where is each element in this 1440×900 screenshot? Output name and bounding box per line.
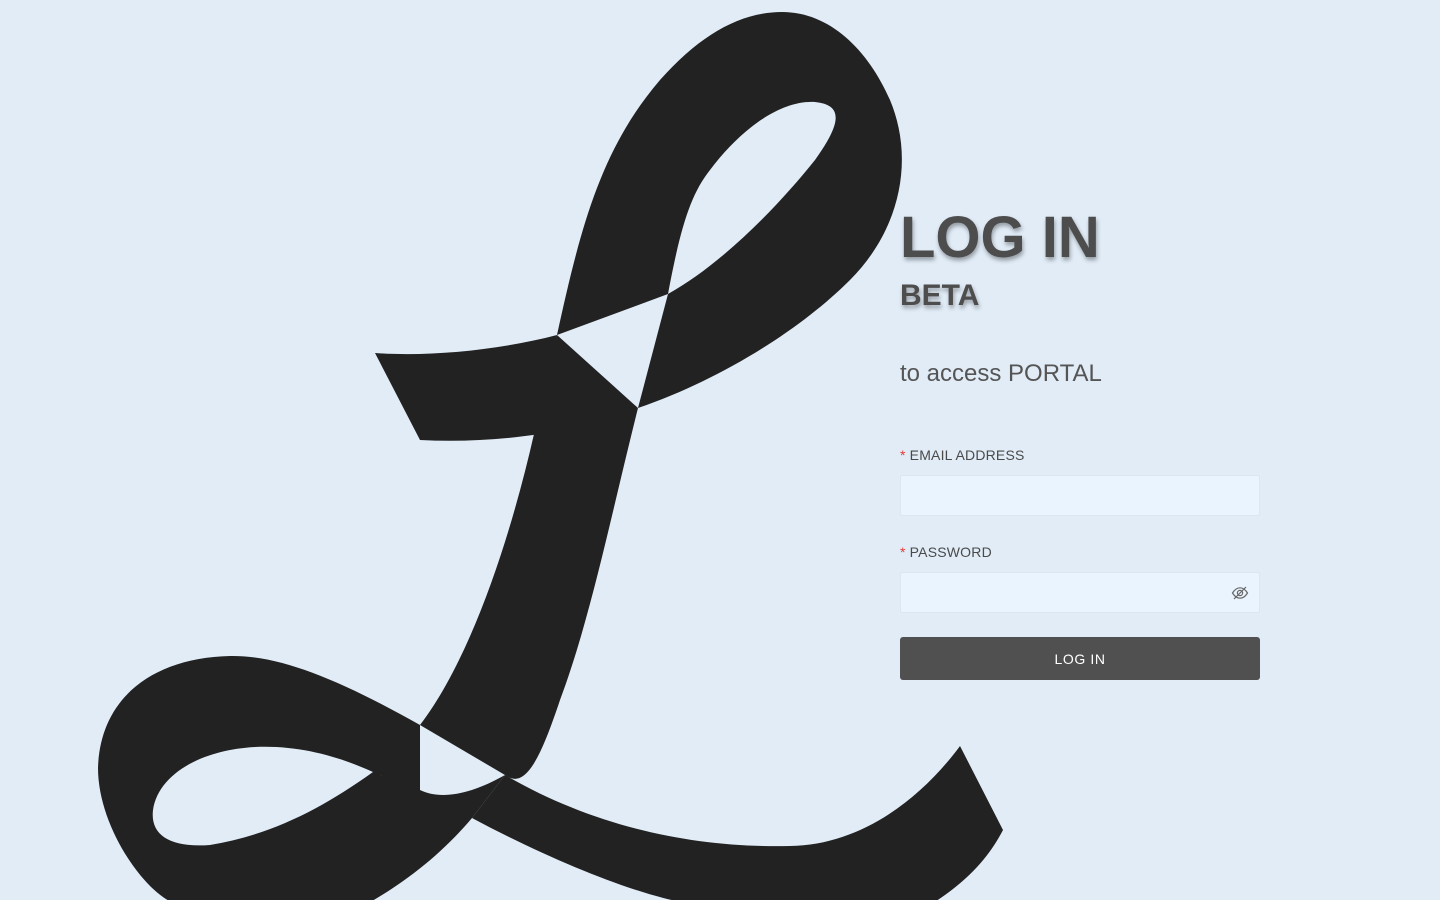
login-button[interactable]: LOG IN	[900, 637, 1260, 680]
email-field-wrapper	[900, 475, 1260, 516]
password-required-marker: *	[900, 544, 906, 560]
password-label-text: PASSWORD	[909, 544, 992, 560]
password-field-wrapper	[900, 572, 1260, 613]
password-input[interactable]	[900, 572, 1260, 613]
eye-slash-icon[interactable]	[1230, 583, 1250, 603]
login-panel: LOG IN BETA to access PORTAL * EMAIL ADDR…	[900, 205, 1260, 680]
email-required-marker: *	[900, 447, 906, 463]
page-title: LOG IN	[900, 205, 1100, 270]
access-portal-text: to access PORTAL	[900, 360, 1102, 387]
email-label: * EMAIL ADDRESS	[900, 446, 1260, 464]
email-input[interactable]	[900, 475, 1260, 516]
password-label: * PASSWORD	[900, 543, 1260, 561]
beta-subtitle: BETA	[900, 279, 980, 312]
email-label-text: EMAIL ADDRESS	[909, 447, 1025, 463]
login-page: LOG IN BETA to access PORTAL * EMAIL ADDR…	[0, 0, 1440, 900]
